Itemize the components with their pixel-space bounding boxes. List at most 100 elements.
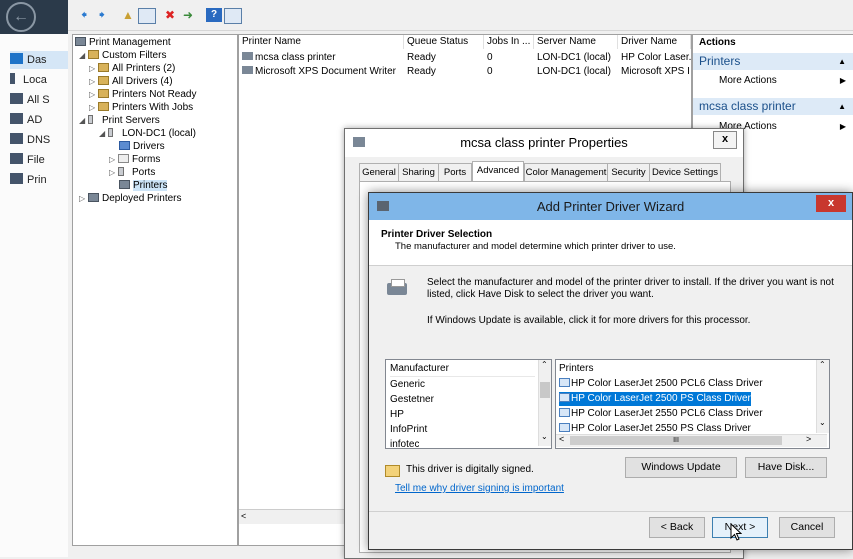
tree-node-label: Print Management — [89, 37, 171, 48]
scroll-down-icon[interactable]: ⌄ — [541, 432, 548, 441]
signed-driver-icon — [385, 465, 400, 477]
tree-node-forms[interactable]: ▷ Forms — [109, 153, 160, 166]
have-disk-button[interactable]: Have Disk... — [745, 457, 827, 478]
back-arrow-icon[interactable]: ← — [6, 2, 36, 32]
back-arrow-icon[interactable]: 🠸 — [76, 8, 92, 22]
manufacturer-list[interactable]: Manufacturer Generic Gestetner HP InfoPr… — [385, 359, 552, 449]
tree-node-server[interactable]: ◢ LON-DC1 (local) — [99, 127, 196, 140]
list-item-selected[interactable]: HP Color LaserJet 2500 PS Class Driver — [559, 392, 751, 406]
column-header-jobs[interactable]: Jobs In ... — [484, 35, 534, 49]
printer-icon — [242, 66, 253, 74]
list-item[interactable]: Gestetner — [390, 393, 434, 407]
help-icon[interactable]: ? — [206, 8, 222, 22]
driver-signing-link[interactable]: Tell me why driver signing is important — [395, 483, 564, 494]
show-hide-tree-icon[interactable] — [138, 8, 156, 24]
list-item[interactable]: Generic — [390, 378, 425, 392]
expand-icon[interactable]: ▷ — [89, 62, 98, 75]
scroll-thumb[interactable] — [540, 382, 550, 398]
table-row[interactable]: mcsa class printer — [239, 51, 404, 64]
scroll-right-icon[interactable]: > — [806, 434, 811, 444]
tree-node-drivers[interactable]: Drivers — [119, 140, 165, 153]
dns-icon — [10, 133, 23, 144]
horizontal-scrollbar[interactable]: < III > — [556, 434, 827, 447]
scroll-up-icon[interactable]: ⌃ — [819, 360, 826, 369]
expand-icon[interactable]: ▷ — [79, 192, 88, 205]
nav-item-local-server[interactable]: Loca — [10, 71, 68, 89]
collapse-arrow-icon[interactable]: ▲ — [838, 98, 846, 115]
nav-item-label: Das — [27, 54, 47, 66]
up-folder-icon[interactable]: ▲ — [120, 8, 136, 22]
tab-advanced[interactable]: Advanced — [472, 161, 524, 182]
tree-node-printers-not-ready[interactable]: ▷ Printers Not Ready — [89, 88, 196, 101]
printers-list[interactable]: Printers HP Color LaserJet 2500 PCL6 Cla… — [555, 359, 830, 449]
nav-item-all-servers[interactable]: All S — [10, 91, 68, 109]
console-tree: Print Management ◢ Custom Filters ▷ All Pr… — [72, 34, 238, 546]
nav-item-file[interactable]: File — [10, 151, 68, 169]
collapse-icon[interactable]: ◢ — [79, 114, 88, 127]
column-header-driver-name[interactable]: Driver Name — [618, 35, 691, 49]
list-item[interactable]: HP Color LaserJet 2550 PCL6 Class Driver — [559, 407, 763, 421]
scroll-left-icon[interactable]: < — [241, 511, 246, 521]
tab-general[interactable]: General — [359, 163, 399, 182]
collapse-icon[interactable]: ◢ — [99, 127, 108, 140]
dashboard-icon — [10, 53, 23, 64]
tree-node-deployed-printers[interactable]: ▷ Deployed Printers — [79, 192, 181, 205]
tree-node-label: Custom Filters — [102, 50, 167, 61]
column-header-printer-name[interactable]: Printer Name — [239, 35, 404, 49]
table-row[interactable]: Microsoft XPS Document Writer — [239, 65, 404, 78]
nav-item-ad[interactable]: AD — [10, 111, 68, 129]
column-header-queue-status[interactable]: Queue Status — [404, 35, 484, 49]
tree-node-all-printers[interactable]: ▷ All Printers (2) — [89, 62, 175, 75]
scroll-down-icon[interactable]: ⌄ — [819, 418, 826, 427]
server-icon — [88, 115, 93, 124]
column-header-server-name[interactable]: Server Name — [534, 35, 618, 49]
export-icon[interactable]: ➜ — [180, 8, 196, 22]
list-item[interactable]: HP — [390, 408, 404, 422]
tree-node-print-servers[interactable]: ◢ Print Servers — [79, 114, 160, 127]
properties-icon[interactable] — [224, 8, 242, 24]
windows-update-button[interactable]: Windows Update — [625, 457, 737, 478]
expand-icon[interactable]: ▷ — [89, 88, 98, 101]
nav-item-label: Prin — [27, 174, 47, 186]
expand-icon[interactable]: ▷ — [109, 166, 118, 179]
scroll-up-icon[interactable]: ⌃ — [541, 360, 548, 369]
tree-node-all-drivers[interactable]: ▷ All Drivers (4) — [89, 75, 173, 88]
vertical-scrollbar[interactable]: ⌃ ⌄ — [816, 360, 829, 433]
actions-section-printers[interactable]: Printers ▲ — [693, 53, 853, 70]
servers-icon — [10, 93, 23, 104]
tree-node-ports[interactable]: ▷ Ports — [109, 166, 155, 179]
more-actions-printers[interactable]: More Actions ▶ — [693, 73, 853, 89]
expand-icon[interactable]: ▷ — [89, 101, 98, 114]
scroll-left-icon[interactable]: < — [559, 434, 564, 444]
tree-node-print-management[interactable]: Print Management — [75, 36, 171, 49]
tree-node-printers[interactable]: Printers — [119, 179, 168, 192]
nav-item-print[interactable]: Prin — [10, 171, 68, 189]
tab-sharing[interactable]: Sharing — [398, 163, 439, 182]
collapse-icon[interactable]: ◢ — [79, 49, 88, 62]
tab-color-management[interactable]: Color Management — [524, 163, 608, 182]
expand-icon[interactable]: ▷ — [109, 153, 118, 166]
tree-node-printers-with-jobs[interactable]: ▷ Printers With Jobs — [89, 101, 193, 114]
back-button[interactable]: < Back — [649, 517, 705, 538]
tab-ports[interactable]: Ports — [438, 163, 472, 182]
delete-icon[interactable]: ✖ — [162, 8, 178, 22]
list-item[interactable]: infotec — [390, 438, 419, 447]
print-services-icon — [10, 173, 23, 184]
close-button[interactable]: x — [713, 131, 737, 149]
expand-icon[interactable]: ▷ — [89, 75, 98, 88]
scroll-thumb[interactable]: III — [570, 436, 782, 445]
wizard-title: Add Printer Driver Wizard — [536, 199, 685, 214]
list-item[interactable]: InfoPrint — [390, 423, 427, 437]
tree-node-custom-filters[interactable]: ◢ Custom Filters — [79, 49, 166, 62]
actions-section-printer[interactable]: mcsa class printer ▲ — [693, 98, 853, 115]
list-item[interactable]: HP Color LaserJet 2500 PCL6 Class Driver — [559, 377, 763, 391]
tab-device-settings[interactable]: Device Settings — [649, 163, 721, 182]
forward-arrow-icon[interactable]: 🠺 — [94, 8, 110, 22]
cancel-button[interactable]: Cancel — [779, 517, 835, 538]
tab-security[interactable]: Security — [607, 163, 650, 182]
nav-item-dns[interactable]: DNS — [10, 131, 68, 149]
close-button[interactable]: x — [816, 195, 846, 212]
vertical-scrollbar[interactable]: ⌃ ⌄ — [538, 360, 551, 446]
collapse-arrow-icon[interactable]: ▲ — [838, 53, 846, 70]
nav-item-dashboard[interactable]: Das — [10, 51, 68, 69]
